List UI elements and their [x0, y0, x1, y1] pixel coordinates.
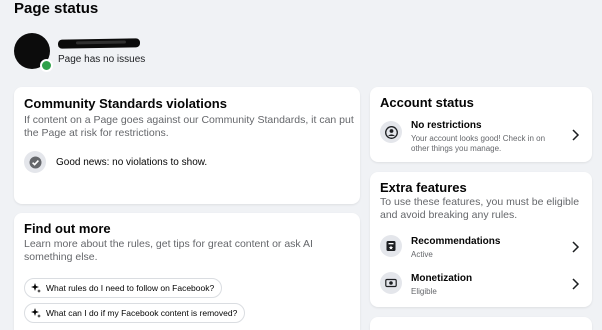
monetization-title: Monetization	[411, 273, 473, 284]
recommendations-title: Recommendations	[411, 236, 501, 247]
recommendations-row[interactable]: Recommendations Active	[370, 232, 592, 266]
no-restrictions-description: Your account looks good! Check in on oth…	[411, 134, 546, 153]
account-status-title: Account status	[380, 95, 474, 110]
community-standards-description: If content on a Page goes against our Co…	[24, 114, 354, 139]
question-content-removed-button[interactable]: What can I do if my Facebook content is …	[24, 303, 246, 323]
question-content-removed-label: What can I do if my Facebook content is …	[46, 308, 238, 318]
status-indicator	[40, 59, 53, 72]
extra-features-description: To use these features, you must be eligi…	[380, 196, 580, 221]
monetization-status: Eligible	[411, 287, 437, 296]
question-rules-button[interactable]: What rules do I need to follow on Facebo…	[24, 278, 223, 298]
find-out-more-description: Learn more about the rules, get tips for…	[24, 238, 313, 263]
sparkle-icon	[31, 283, 41, 293]
check-circle-icon	[24, 151, 46, 173]
chevron-right-icon	[572, 129, 580, 141]
chevron-right-icon	[572, 241, 580, 253]
no-restrictions-title: No restrictions	[411, 120, 482, 131]
find-out-more-title: Find out more	[24, 221, 111, 236]
sparkle-icon	[31, 308, 41, 318]
account-status-card: Account status No restrictions Your acco…	[370, 87, 592, 162]
extra-features-title: Extra features	[380, 180, 467, 195]
extra-features-card: Extra features To use these features, yo…	[370, 172, 592, 307]
monetization-row[interactable]: Monetization Eligible	[370, 269, 592, 303]
next-card-partial	[370, 317, 592, 330]
recommendations-icon	[380, 235, 402, 257]
page-title: Page status	[14, 0, 99, 17]
no-violations-text: Good news: no violations to show.	[56, 157, 208, 168]
question-rules-label: What rules do I need to follow on Facebo…	[46, 283, 215, 293]
community-standards-title: Community Standards violations	[24, 96, 227, 111]
recommendations-status: Active	[411, 250, 433, 259]
page-status-text: Page has no issues	[58, 54, 146, 65]
monetization-icon	[380, 272, 402, 294]
chevron-right-icon	[572, 278, 580, 290]
account-icon	[380, 121, 402, 143]
community-standards-card: Community Standards violations If conten…	[14, 87, 360, 204]
redacted-page-name	[57, 38, 141, 49]
no-restrictions-row[interactable]: No restrictions Your account looks good!…	[370, 115, 592, 159]
find-out-more-card: Find out more Learn more about the rules…	[14, 213, 360, 330]
